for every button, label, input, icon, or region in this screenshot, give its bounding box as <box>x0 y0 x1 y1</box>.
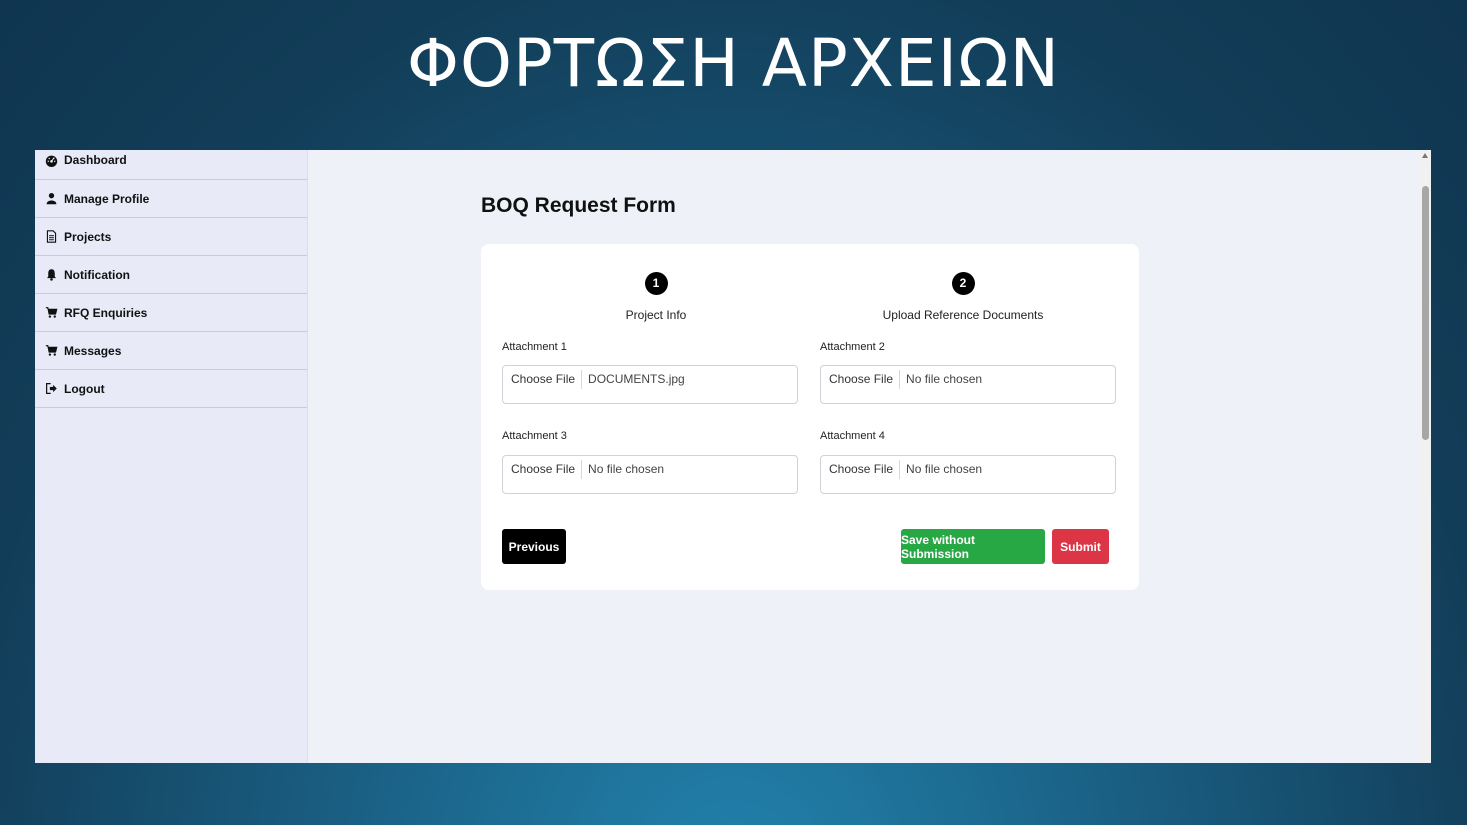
sidebar-item-logout[interactable]: Logout <box>35 370 307 408</box>
choose-file-button[interactable]: Choose File <box>821 370 901 389</box>
sidebar: Dashboard Manage Profile Projects Notifi… <box>35 150 308 763</box>
slide-title: ΦΟΡΤΩΣΗ ΑΡΧΕΙΩΝ <box>407 25 1060 102</box>
bell-icon <box>44 268 58 282</box>
cart-icon <box>44 344 58 358</box>
sidebar-item-rfq-enquiries[interactable]: RFQ Enquiries <box>35 294 307 332</box>
sidebar-item-label: RFQ Enquiries <box>64 305 148 320</box>
sidebar-item-label: Logout <box>64 381 105 396</box>
sidebar-item-manage-profile[interactable]: Manage Profile <box>35 180 307 218</box>
file-name: No file chosen <box>906 462 983 476</box>
file-name: No file chosen <box>588 462 665 476</box>
attachment-3-input[interactable]: Choose File No file chosen <box>502 455 798 494</box>
sidebar-item-messages[interactable]: Messages <box>35 332 307 370</box>
sidebar-item-label: Dashboard <box>64 153 127 167</box>
sidebar-item-label: Messages <box>64 343 122 358</box>
sidebar-item-projects[interactable]: Projects <box>35 218 307 256</box>
app-screenshot: Dashboard Manage Profile Projects Notifi… <box>35 150 1431 763</box>
sidebar-item-dashboard[interactable]: Dashboard <box>35 150 307 180</box>
attachment-label: Attachment 3 <box>502 430 567 442</box>
user-icon <box>44 192 58 206</box>
choose-file-button[interactable]: Choose File <box>503 460 583 479</box>
dashboard-icon <box>44 153 58 167</box>
page-title: BOQ Request Form <box>481 194 676 217</box>
form-card: 1 Project Info 2 Upload Reference Docume… <box>481 244 1139 590</box>
sidebar-item-notification[interactable]: Notification <box>35 256 307 294</box>
choose-file-button[interactable]: Choose File <box>503 370 583 389</box>
submit-button[interactable]: Submit <box>1052 529 1109 564</box>
file-name: No file chosen <box>906 372 983 386</box>
previous-button[interactable]: Previous <box>502 529 566 564</box>
save-without-submission-button[interactable]: Save without Submission <box>901 529 1045 564</box>
sidebar-item-label: Projects <box>64 229 112 244</box>
vertical-scrollbar[interactable] <box>1420 150 1431 763</box>
step-label: Upload Reference Documents <box>882 308 1044 322</box>
step-label: Project Info <box>625 308 687 322</box>
sidebar-item-label: Notification <box>64 267 130 282</box>
cart-icon <box>44 306 58 320</box>
attachment-4-input[interactable]: Choose File No file chosen <box>820 455 1116 494</box>
step-upload-documents[interactable]: 2 Upload Reference Documents <box>843 272 1083 322</box>
attachment-1-input[interactable]: Choose File DOCUMENTS.jpg <box>502 365 798 404</box>
sidebar-item-label: Manage Profile <box>64 191 150 206</box>
document-icon <box>44 230 58 244</box>
step-number: 1 <box>644 272 668 295</box>
attachment-label: Attachment 2 <box>820 341 885 353</box>
file-name: DOCUMENTS.jpg <box>588 372 685 386</box>
attachment-label: Attachment 1 <box>502 341 567 353</box>
logout-icon <box>44 382 58 396</box>
step-number: 2 <box>951 272 975 295</box>
scroll-up-arrow-icon[interactable] <box>1422 153 1428 158</box>
choose-file-button[interactable]: Choose File <box>821 460 901 479</box>
step-project-info[interactable]: 1 Project Info <box>536 272 776 322</box>
main-content: BOQ Request Form 1 Project Info 2 Upload… <box>308 150 1420 763</box>
attachment-2-input[interactable]: Choose File No file chosen <box>820 365 1116 404</box>
scrollbar-thumb[interactable] <box>1422 186 1429 440</box>
attachment-label: Attachment 4 <box>820 430 885 442</box>
